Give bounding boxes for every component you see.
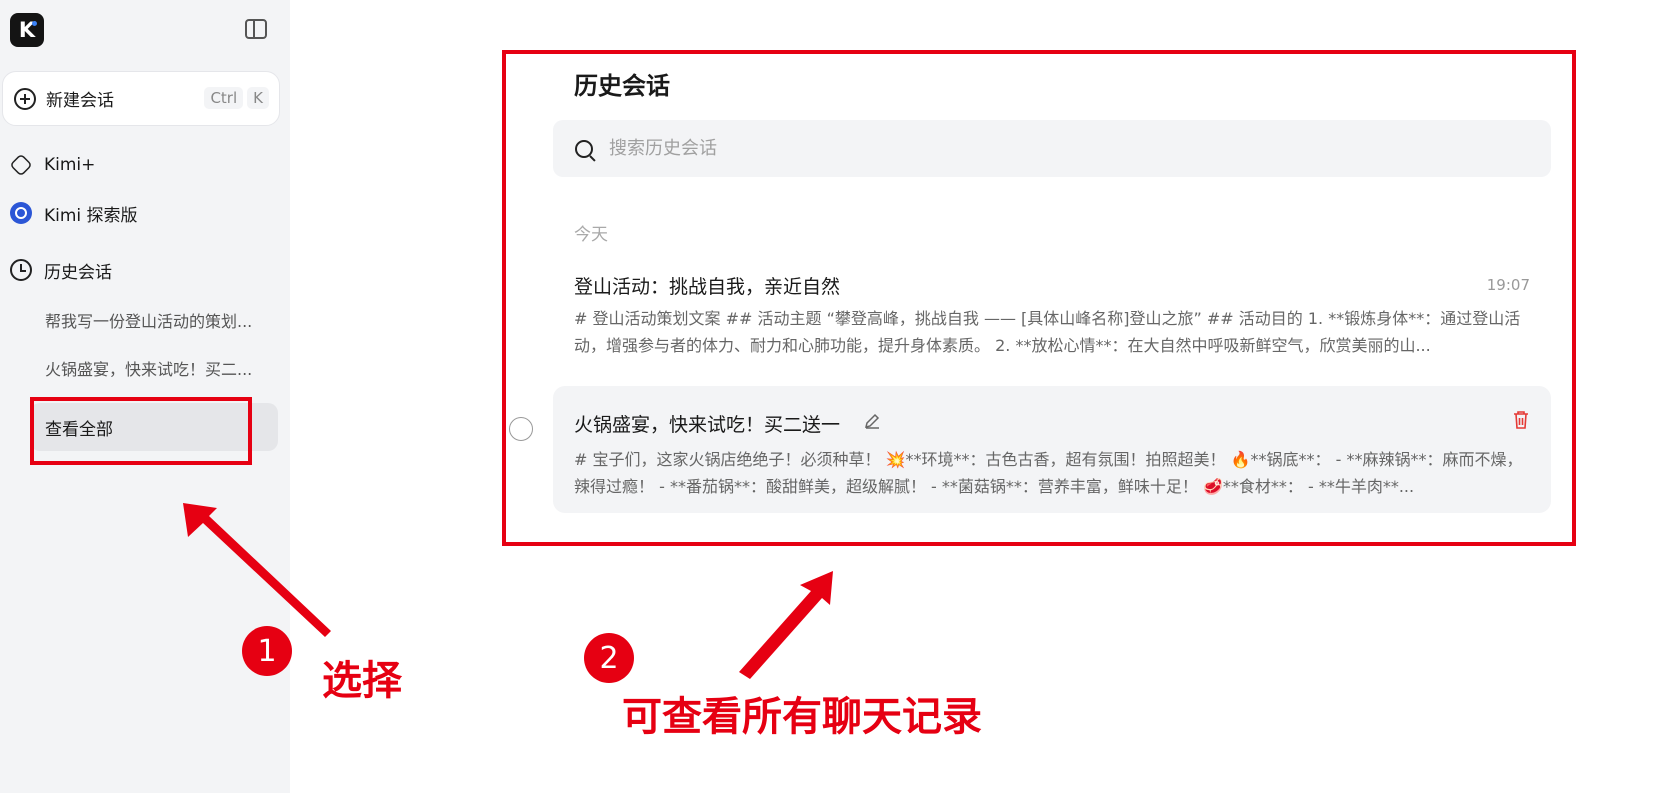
sidebar-item-label: 历史会话 xyxy=(44,262,112,283)
annotation-step-1: 1 xyxy=(242,626,292,676)
annotation-text-1: 选择 xyxy=(322,658,402,704)
sidebar-item-label: Kimi+ xyxy=(44,155,96,175)
shortcut-key-k: K xyxy=(247,87,269,109)
shortcut-hint: Ctrl K xyxy=(204,87,269,109)
sidebar-item-history[interactable]: 历史会话 xyxy=(10,257,112,283)
app-root: K 新建会话 Ctrl K Kimi+ Kimi 探索版 历史会话 帮我写一份登… xyxy=(0,0,1677,793)
new-chat-label: 新建会话 xyxy=(46,91,114,111)
explore-icon xyxy=(10,202,32,224)
sidebar-item-kimi-explore[interactable]: Kimi 探索版 xyxy=(10,200,138,226)
kimi-plus-icon xyxy=(9,153,33,177)
sidebar-toggle-icon[interactable] xyxy=(245,19,267,39)
annotation-step-2: 2 xyxy=(584,633,634,683)
new-chat-button[interactable]: 新建会话 Ctrl K xyxy=(2,71,280,126)
annotation-text-2: 可查看所有聊天记录 xyxy=(622,694,982,740)
shortcut-key-ctrl: Ctrl xyxy=(204,87,244,109)
sidebar-item-kimi-plus[interactable]: Kimi+ xyxy=(9,152,96,178)
sidebar-history-item[interactable]: 火锅盛宴，快来试吃！买二... xyxy=(45,356,267,380)
annotation-box-view-all xyxy=(30,397,252,465)
clock-icon xyxy=(10,259,32,281)
sidebar-history-item[interactable]: 帮我写一份登山活动的策划... xyxy=(45,308,267,332)
kimi-logo[interactable]: K xyxy=(10,13,44,47)
sidebar-item-label: Kimi 探索版 xyxy=(44,205,138,226)
new-chat-icon xyxy=(14,87,36,110)
annotation-box-history-panel xyxy=(502,50,1576,546)
annotation-arrow-2 xyxy=(739,571,833,679)
logo-dot xyxy=(32,21,37,26)
